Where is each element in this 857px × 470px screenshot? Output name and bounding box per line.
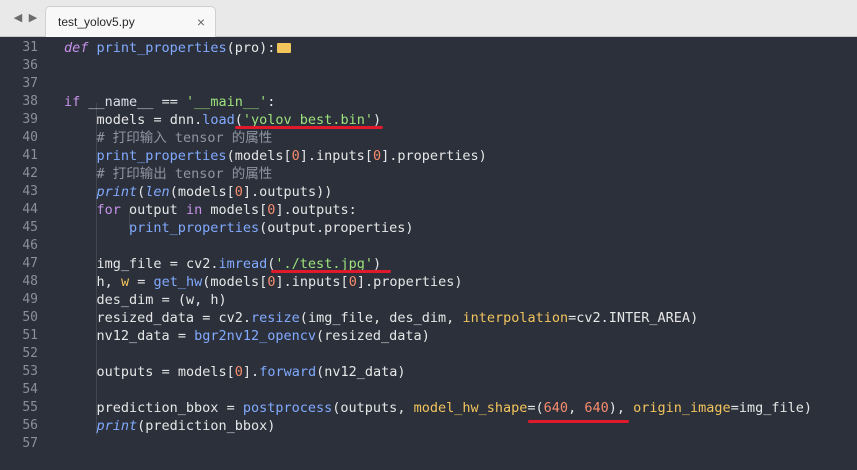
- line-number: 50: [22, 310, 38, 325]
- code-text: prediction_bbox = postprocess(outputs, m…: [96, 400, 813, 416]
- line-number: 51: [22, 328, 38, 343]
- code-line[interactable]: 50 resized_data = cv2.resize(img_file, d…: [0, 309, 857, 327]
- line-number: 40: [22, 130, 38, 145]
- code-line[interactable]: 57: [0, 435, 857, 453]
- line-number: 38: [22, 94, 38, 109]
- line-number: 43: [22, 184, 38, 199]
- code-text: for output in models[0].outputs:: [96, 202, 357, 218]
- code-text: nv12_data = bgr2nv12_opencv(resized_data…: [96, 328, 430, 344]
- code-text: # 打印输入 tensor 的属性: [96, 130, 273, 146]
- line-number: 52: [22, 346, 38, 361]
- code-text: h, w = get_hw(models[0].inputs[0].proper…: [96, 274, 463, 290]
- code-line[interactable]: 45 print_properties(output.properties): [0, 219, 857, 237]
- line-number: 49: [22, 292, 38, 307]
- code-line[interactable]: 39 models = dnn.load('yolov_best.bin'): [0, 111, 857, 129]
- code-line[interactable]: 41 print_properties(models[0].inputs[0].…: [0, 147, 857, 165]
- code-line[interactable]: 56 print(prediction_bbox): [0, 417, 857, 435]
- line-number: 57: [22, 436, 38, 451]
- code-text: des_dim = (w, h): [96, 292, 227, 308]
- line-number: 36: [22, 58, 38, 73]
- code-line[interactable]: 55 prediction_bbox = postprocess(outputs…: [0, 399, 857, 417]
- tab-title: test_yolov5.py: [58, 15, 135, 29]
- previous-tab-icon[interactable]: ◀: [12, 10, 24, 26]
- line-number: 44: [22, 202, 38, 217]
- code-line[interactable]: 54: [0, 381, 857, 399]
- code-editor[interactable]: 31 def print_properties(pro): 36 37 38 if __n…: [0, 37, 857, 470]
- file-tab[interactable]: test_yolov5.py ×: [45, 6, 216, 37]
- code-text: print_properties(output.properties): [129, 220, 414, 236]
- code-line[interactable]: 43 print(len(models[0].outputs)): [0, 183, 857, 201]
- line-number: 47: [22, 256, 38, 271]
- code-line[interactable]: 48 h, w = get_hw(models[0].inputs[0].pro…: [0, 273, 857, 291]
- code-line[interactable]: 31 def print_properties(pro):: [0, 39, 857, 57]
- code-line[interactable]: 37: [0, 75, 857, 93]
- line-number: 42: [22, 166, 38, 181]
- line-number: 41: [22, 148, 38, 163]
- red-annotation-underline: [271, 270, 391, 273]
- code-line[interactable]: 47 img_file = cv2.imread('./test.jpg'): [0, 255, 857, 273]
- line-number: 39: [22, 112, 38, 127]
- code-text: if __name__ == '__main__':: [64, 94, 276, 110]
- code-line[interactable]: 44 for output in models[0].outputs:: [0, 201, 857, 219]
- line-number: 45: [22, 220, 38, 235]
- code-text: print(prediction_bbox): [96, 418, 276, 434]
- code-line[interactable]: 40 # 打印输入 tensor 的属性: [0, 129, 857, 147]
- code-line[interactable]: 46: [0, 237, 857, 255]
- line-number: 46: [22, 238, 38, 253]
- code-line[interactable]: 49 des_dim = (w, h): [0, 291, 857, 309]
- line-number: 48: [22, 274, 38, 289]
- tab-bar: ◀ ▶ test_yolov5.py ×: [0, 0, 857, 37]
- code-text: resized_data = cv2.resize(img_file, des_…: [96, 310, 699, 326]
- code-text: print(len(models[0].outputs)): [96, 184, 333, 200]
- folded-code-icon[interactable]: [277, 43, 292, 53]
- code-line[interactable]: 51 nv12_data = bgr2nv12_opencv(resized_d…: [0, 327, 857, 345]
- red-annotation-underline: [528, 420, 629, 423]
- code-text: # 打印输出 tensor 的属性: [96, 166, 273, 182]
- code-line[interactable]: 38 if __name__ == '__main__':: [0, 93, 857, 111]
- line-number: 31: [22, 40, 38, 55]
- code-text: print_properties(models[0].inputs[0].pro…: [96, 148, 487, 164]
- next-tab-icon[interactable]: ▶: [27, 10, 39, 26]
- code-line[interactable]: 42 # 打印输出 tensor 的属性: [0, 165, 857, 183]
- close-icon[interactable]: ×: [197, 14, 205, 30]
- line-number: 53: [22, 364, 38, 379]
- code-line[interactable]: 36: [0, 57, 857, 75]
- code-line[interactable]: 53 outputs = models[0].forward(nv12_data…: [0, 363, 857, 381]
- red-annotation-underline: [235, 126, 383, 129]
- code-line[interactable]: 52: [0, 345, 857, 363]
- code-text: outputs = models[0].forward(nv12_data): [96, 364, 406, 380]
- line-number: 56: [22, 418, 38, 433]
- editor-window: ◀ ▶ test_yolov5.py × 31 def print_propert…: [0, 0, 857, 470]
- line-number: 37: [22, 76, 38, 91]
- code-text: def print_properties(pro):: [64, 39, 292, 57]
- line-number: 54: [22, 382, 38, 397]
- line-number: 55: [22, 400, 38, 415]
